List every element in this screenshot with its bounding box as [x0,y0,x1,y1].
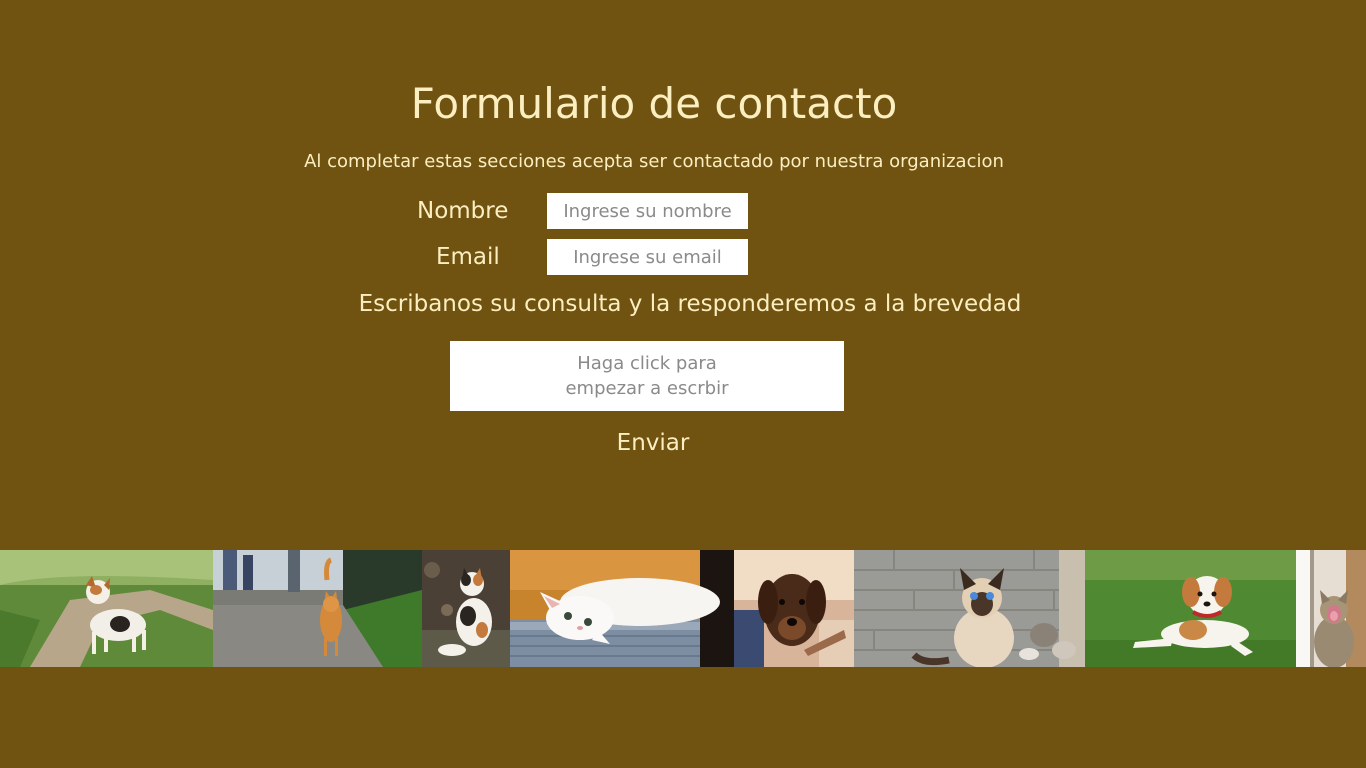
email-label: Email [436,244,500,270]
message-textarea[interactable] [450,341,844,411]
puppy-on-grass-photo [1085,550,1296,667]
page-title: Formulario de contacto [410,79,898,128]
name-input[interactable] [547,193,748,229]
yawning-cat-photo [1296,550,1366,667]
pet-photo-strip [0,550,1366,667]
dog-on-trail-photo [0,550,213,667]
siamese-cat-photo [854,550,1085,667]
calico-cat-photo [422,550,510,667]
contact-page: Formulario de contacto Al completar esta… [0,0,1366,768]
email-input[interactable] [547,239,748,275]
dachshund-puppy-photo [734,550,854,667]
consent-notice: Al completar estas secciones acepta ser … [304,151,1004,172]
cat-on-path-photo [213,550,422,667]
white-kitten-on-blanket-photo [510,550,734,667]
message-prompt: Escribanos su consulta y la responderemo… [358,291,1022,317]
name-label: Nombre [417,198,509,224]
send-button[interactable]: Enviar [603,426,703,460]
